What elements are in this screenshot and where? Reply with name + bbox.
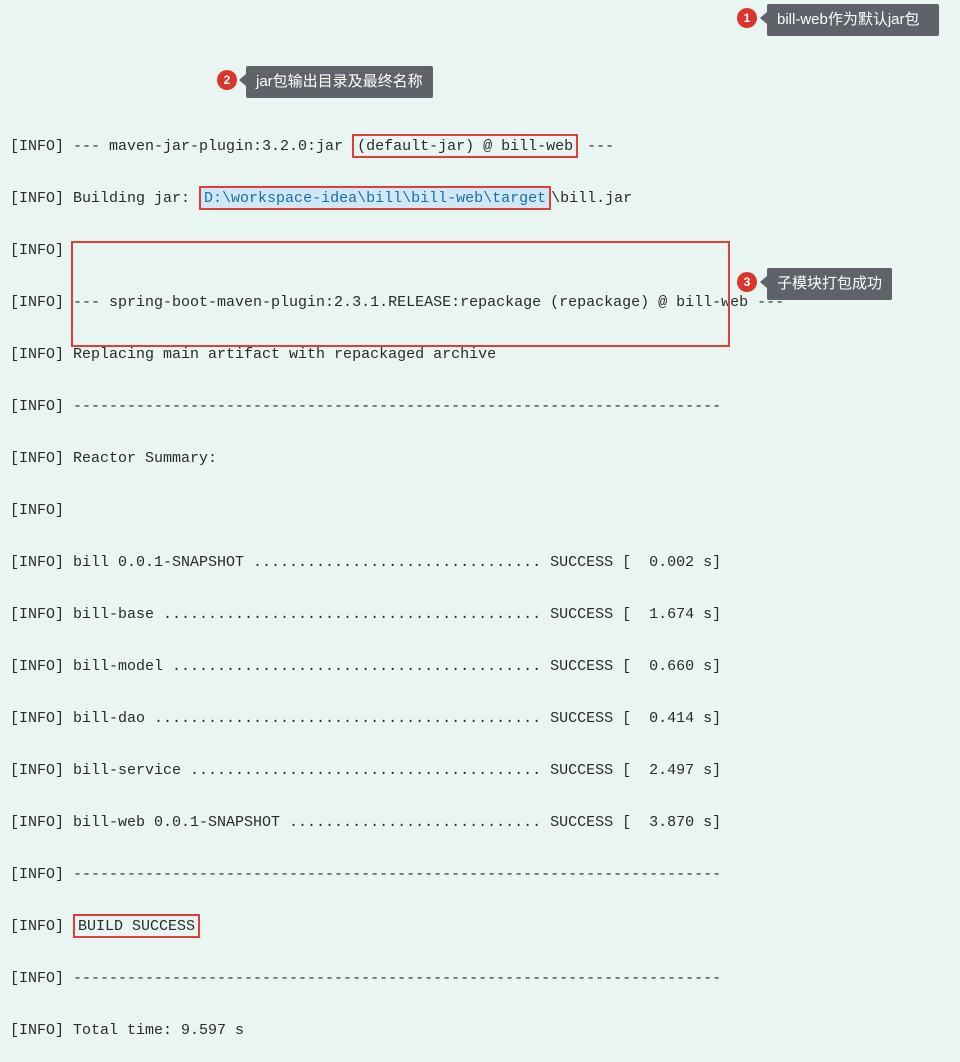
annotation-badge-2: 2: [217, 70, 237, 90]
highlight-build-success: BUILD SUCCESS: [73, 914, 200, 938]
console-output: [INFO] --- maven-jar-plugin:3.2.0:jar (d…: [0, 104, 960, 1062]
log-line: [INFO] bill-web 0.0.1-SNAPSHOT .........…: [10, 810, 950, 836]
annotation-callout-3: 子模块打包成功: [767, 268, 892, 300]
log-line: [INFO] ---------------------------------…: [10, 394, 950, 420]
log-line: [INFO] bill-model ......................…: [10, 654, 950, 680]
annotation-badge-1: 1: [737, 8, 757, 28]
log-line: [INFO] bill 0.0.1-SNAPSHOT .............…: [10, 550, 950, 576]
log-line: [INFO] BUILD SUCCESS: [10, 914, 950, 940]
annotation-callout-2: jar包输出目录及最终名称: [246, 66, 433, 98]
log-line: [INFO] Reactor Summary:: [10, 446, 950, 472]
log-line: [INFO] --- maven-jar-plugin:3.2.0:jar (d…: [10, 134, 950, 160]
highlight-jar-path: D:\workspace-idea\bill\bill-web\target: [199, 186, 551, 210]
log-line: [INFO] Building jar: D:\workspace-idea\b…: [10, 186, 950, 212]
log-line: [INFO] ---------------------------------…: [10, 862, 950, 888]
log-line: [INFO] Replacing main artifact with repa…: [10, 342, 950, 368]
log-line: [INFO] ---------------------------------…: [10, 966, 950, 992]
log-line: [INFO] bill-service ....................…: [10, 758, 950, 784]
log-line: [INFO] Total time: 9.597 s: [10, 1018, 950, 1044]
annotation-badge-3: 3: [737, 272, 757, 292]
log-line: [INFO]: [10, 238, 950, 264]
highlight-default-jar: (default-jar) @ bill-web: [352, 134, 578, 158]
annotation-callout-1: bill-web作为默认jar包: [767, 4, 939, 36]
log-line: [INFO] bill-base .......................…: [10, 602, 950, 628]
log-line: [INFO] bill-dao ........................…: [10, 706, 950, 732]
log-line: [INFO]: [10, 498, 950, 524]
